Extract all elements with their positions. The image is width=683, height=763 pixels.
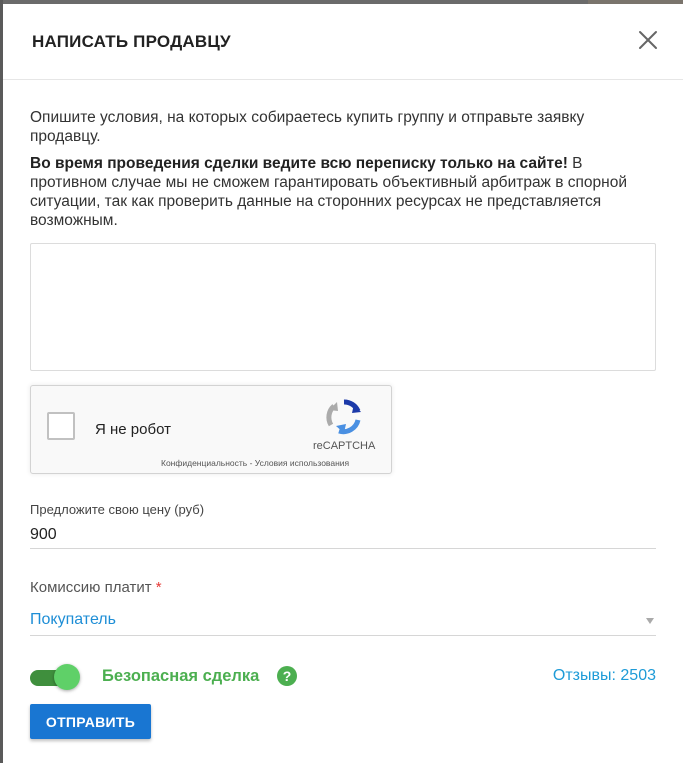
message-textarea[interactable] — [30, 243, 656, 371]
safe-deal-toggle[interactable] — [30, 664, 80, 690]
modal-description: Опишите условия, на которых собираетесь … — [30, 108, 650, 238]
safe-deal-label: Безопасная сделка — [102, 667, 260, 685]
price-input[interactable] — [30, 521, 656, 549]
warning-bold: Во время проведения сделки ведите всю пе… — [30, 155, 568, 172]
recaptcha-checkbox[interactable] — [47, 412, 75, 440]
fee-payer-label-text: Комиссию платит — [30, 579, 152, 596]
price-label: Предложите свою цену (руб) — [30, 502, 205, 517]
fee-payer-label: Комиссию платит * — [30, 579, 162, 596]
submit-button[interactable]: ОТПРАВИТЬ — [30, 704, 151, 739]
help-icon[interactable]: ? — [277, 666, 297, 686]
recaptcha-label: Я не робот — [95, 421, 171, 438]
warning-text: Во время проведения сделки ведите всю пе… — [30, 154, 650, 230]
recaptcha-links[interactable]: Конфиденциальность - Условия использован… — [161, 458, 349, 468]
recaptcha-logo-icon — [325, 398, 363, 436]
description-text: Опишите условия, на которых собираетесь … — [30, 109, 585, 145]
fee-payer-select[interactable]: Покупатель — [30, 610, 656, 636]
recaptcha-widget: Я не робот reCAPTCHA Конфиденциальность … — [30, 385, 392, 474]
toggle-knob — [54, 664, 80, 690]
fee-payer-value: Покупатель — [30, 611, 116, 628]
reviews-link[interactable]: Отзывы: 2503 — [553, 667, 656, 685]
modal-header: НАПИСАТЬ ПРОДАВЦУ — [3, 4, 683, 80]
write-to-seller-modal: НАПИСАТЬ ПРОДАВЦУ Опишите условия, на ко… — [3, 4, 683, 763]
recaptcha-brand: reCAPTCHA — [313, 440, 376, 452]
close-icon[interactable] — [636, 28, 660, 52]
chevron-down-icon — [646, 618, 654, 624]
required-mark: * — [155, 579, 162, 596]
modal-title: НАПИСАТЬ ПРОДАВЦУ — [32, 32, 231, 51]
